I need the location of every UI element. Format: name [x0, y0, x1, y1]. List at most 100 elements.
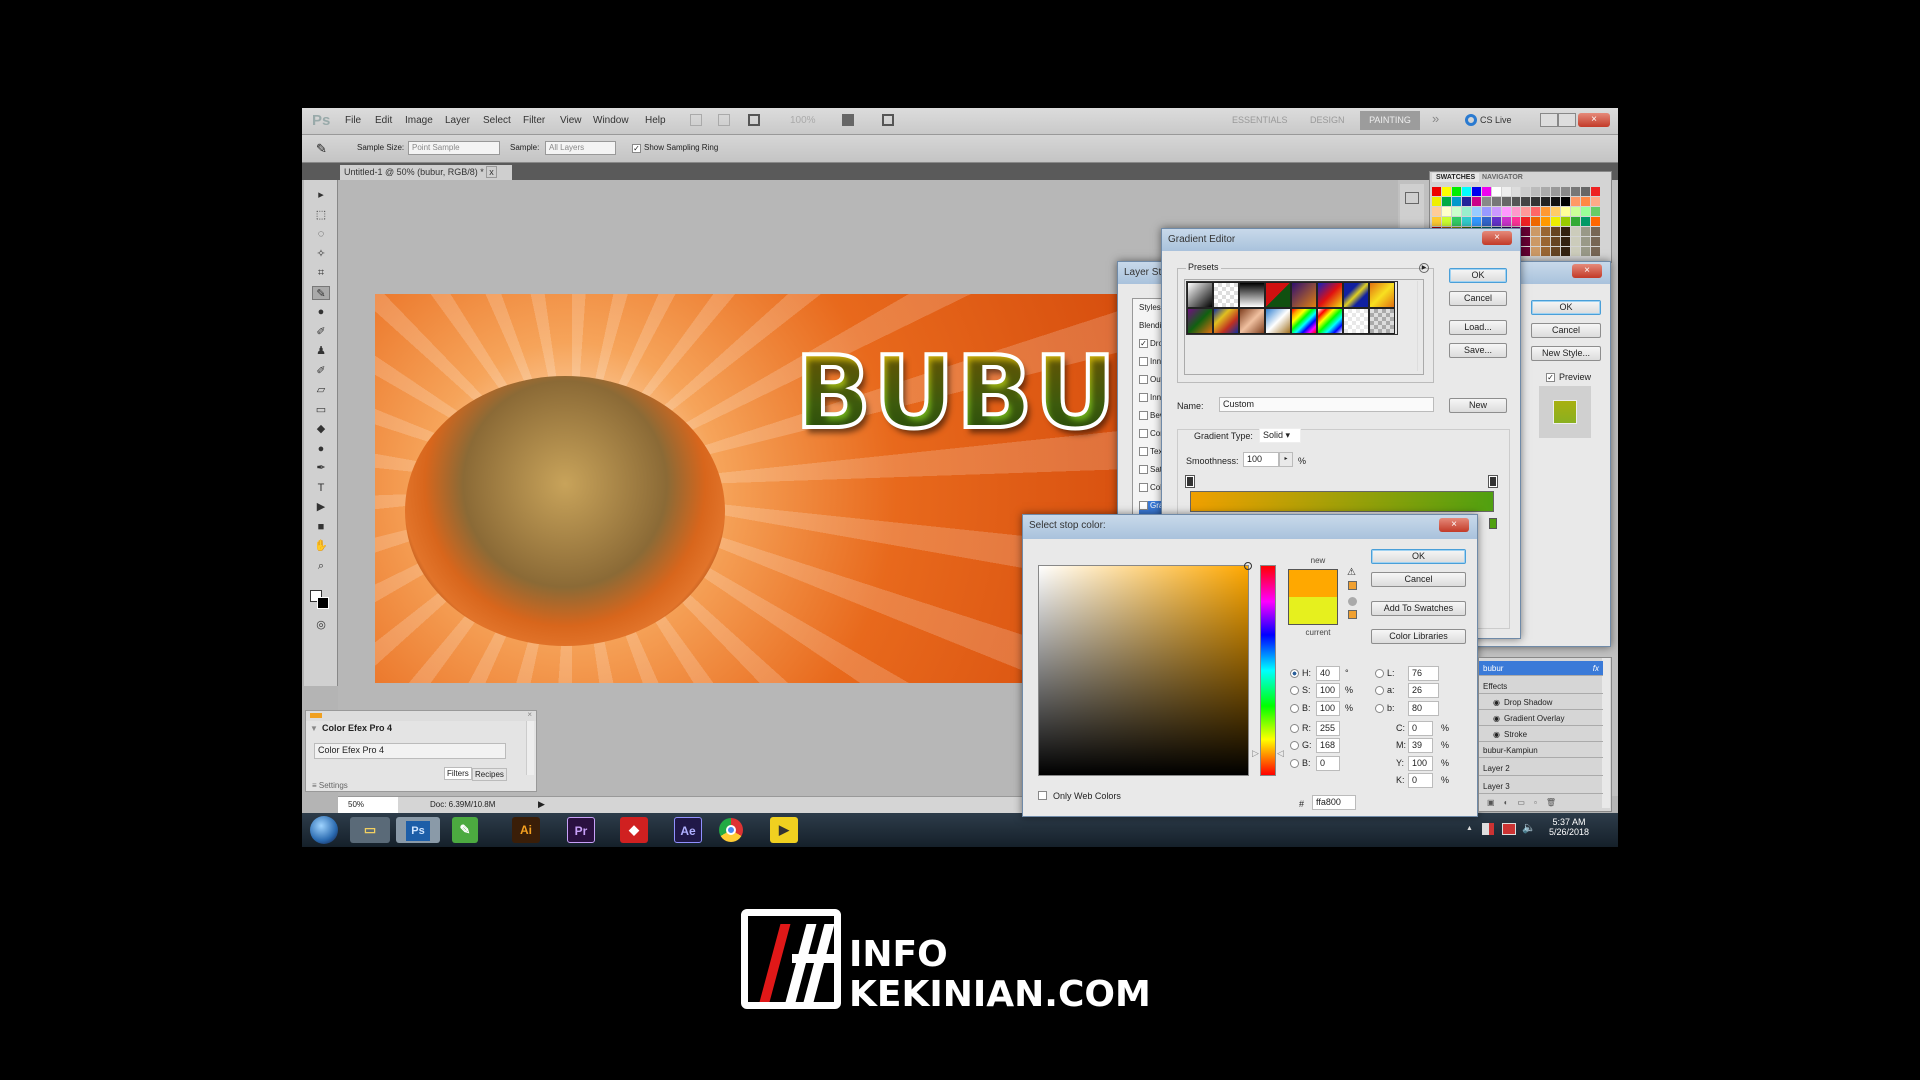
illustrator-icon[interactable]: Ai — [512, 817, 540, 843]
workspace-painting[interactable]: PAINTING — [1360, 111, 1420, 130]
swatch[interactable] — [1551, 187, 1561, 196]
layer-style-checkbox[interactable] — [1139, 393, 1148, 403]
gradient-preset[interactable] — [1187, 282, 1213, 308]
menu-select[interactable]: Select — [483, 115, 511, 126]
sample-dropdown[interactable]: All Layers — [545, 141, 616, 155]
swatch[interactable] — [1432, 207, 1441, 216]
gradient-name-input[interactable]: Custom — [1219, 397, 1434, 412]
swatch[interactable] — [1561, 247, 1571, 256]
swatch[interactable] — [1511, 207, 1521, 216]
input-cmyk-y[interactable]: 100 — [1408, 756, 1433, 771]
layer-style-cancel-button[interactable]: Cancel — [1531, 323, 1601, 338]
quick-mask-icon[interactable]: ◎ — [312, 618, 330, 632]
radio-h[interactable] — [1290, 669, 1299, 678]
gamut-color-swatch[interactable] — [1348, 581, 1357, 590]
hand-tool-icon[interactable]: ✋ — [312, 539, 330, 553]
swatch[interactable] — [1521, 197, 1531, 206]
presets-scrollbar[interactable] — [1417, 281, 1425, 371]
swatch[interactable] — [1581, 197, 1591, 206]
preview-checkbox[interactable]: ✓ — [1546, 373, 1555, 382]
layer-style-checkbox[interactable] — [1139, 357, 1148, 367]
swatch[interactable] — [1551, 207, 1561, 216]
swatch[interactable] — [1451, 217, 1461, 226]
view-extras-icon[interactable] — [748, 114, 760, 126]
after-effects-icon[interactable]: Ae — [674, 817, 702, 843]
gradient-preset[interactable] — [1291, 308, 1317, 334]
zoom-field[interactable]: 50% — [338, 797, 398, 813]
restore-button[interactable] — [1558, 113, 1576, 127]
input-s[interactable]: 100 — [1316, 683, 1340, 698]
gradient-preset[interactable] — [1187, 308, 1213, 334]
swatch[interactable] — [1531, 237, 1541, 246]
gradient-cancel-button[interactable]: Cancel — [1449, 291, 1507, 306]
hue-slider-right-arrow[interactable]: ◁ — [1277, 748, 1284, 759]
swatch[interactable] — [1561, 217, 1571, 226]
color-field[interactable] — [1038, 562, 1252, 776]
network-icon[interactable] — [1502, 823, 1516, 835]
swatch[interactable] — [1511, 187, 1521, 196]
presets-menu-icon[interactable]: ▶ — [1419, 263, 1429, 273]
document-tab[interactable]: Untitled-1 @ 50% (bubur, RGB/8) * x — [340, 165, 512, 180]
swatch[interactable] — [1501, 197, 1511, 206]
swatch[interactable] — [1501, 207, 1511, 216]
layer-row[interactable]: Layer 3 — [1479, 779, 1603, 794]
radio-g[interactable] — [1290, 741, 1299, 750]
start-button[interactable] — [310, 816, 338, 844]
show-hidden-icons[interactable]: ▲ — [1466, 825, 1473, 832]
tab-recipes[interactable]: Recipes — [472, 768, 507, 781]
swatch[interactable] — [1551, 237, 1561, 246]
radio-lab-L[interactable] — [1375, 669, 1384, 678]
move-tool-icon[interactable]: ▸ — [312, 188, 330, 202]
gradient-save-button[interactable]: Save... — [1449, 343, 1507, 358]
swatch[interactable] — [1581, 237, 1591, 246]
swatch[interactable] — [1531, 207, 1541, 216]
layer-style-close-button[interactable]: × — [1572, 264, 1602, 278]
swatch[interactable] — [1461, 197, 1471, 206]
swatch[interactable] — [1581, 207, 1591, 216]
gradient-preset[interactable] — [1317, 282, 1343, 308]
arrange-icon[interactable] — [842, 114, 854, 126]
screen-mode-icon[interactable] — [882, 114, 894, 126]
swatch[interactable] — [1591, 217, 1600, 226]
swatch[interactable] — [1451, 197, 1461, 206]
cs-live-button[interactable]: CS Live — [1480, 115, 1512, 125]
swatch[interactable] — [1561, 237, 1571, 246]
swatch[interactable] — [1441, 197, 1451, 206]
menu-layer[interactable]: Layer — [445, 115, 470, 126]
action-center-icon[interactable] — [1482, 823, 1494, 835]
swatch[interactable] — [1461, 207, 1471, 216]
input-cmyk-m[interactable]: 39 — [1408, 738, 1433, 753]
new-layer-icon[interactable]: ▫ — [1534, 798, 1546, 807]
fx-icon[interactable]: fx — [1593, 664, 1599, 673]
swatch[interactable] — [1461, 217, 1471, 226]
coreldraw-icon[interactable]: ✎ — [452, 817, 478, 843]
menu-view[interactable]: View — [560, 115, 582, 126]
dodge-tool-icon[interactable]: ● — [312, 442, 330, 456]
swatch[interactable] — [1581, 217, 1591, 226]
eye-icon[interactable]: ◉ — [1493, 698, 1500, 707]
tab-filters[interactable]: Filters — [444, 767, 472, 780]
gradient-ok-button[interactable]: OK — [1449, 268, 1507, 283]
gradient-preset[interactable] — [1343, 308, 1369, 334]
marquee-tool-icon[interactable]: ⬚ — [312, 208, 330, 222]
input-cmyk-k[interactable]: 0 — [1408, 773, 1433, 788]
menu-edit[interactable]: Edit — [375, 115, 392, 126]
swatch[interactable] — [1521, 217, 1531, 226]
swatch[interactable] — [1561, 197, 1571, 206]
swatch[interactable] — [1441, 207, 1451, 216]
swatch[interactable] — [1441, 187, 1451, 196]
swatch[interactable] — [1451, 187, 1461, 196]
workspace-essentials[interactable]: ESSENTIALS — [1232, 115, 1288, 125]
swatch[interactable] — [1531, 227, 1541, 236]
swatch[interactable] — [1432, 187, 1441, 196]
type-tool-icon[interactable]: T — [312, 481, 330, 495]
new-style-button[interactable]: New Style... — [1531, 346, 1601, 361]
delete-layer-icon[interactable]: 🗑 — [1546, 798, 1565, 807]
swatch[interactable] — [1571, 197, 1581, 206]
clock[interactable]: 5:37 AM 5/26/2018 — [1546, 817, 1592, 837]
smoothness-stepper[interactable]: ▸ — [1279, 452, 1293, 467]
mini-bridge-panel-icon[interactable] — [1405, 192, 1419, 204]
swatch[interactable] — [1481, 217, 1491, 226]
swatch[interactable] — [1541, 227, 1551, 236]
radio-bv[interactable] — [1290, 704, 1299, 713]
